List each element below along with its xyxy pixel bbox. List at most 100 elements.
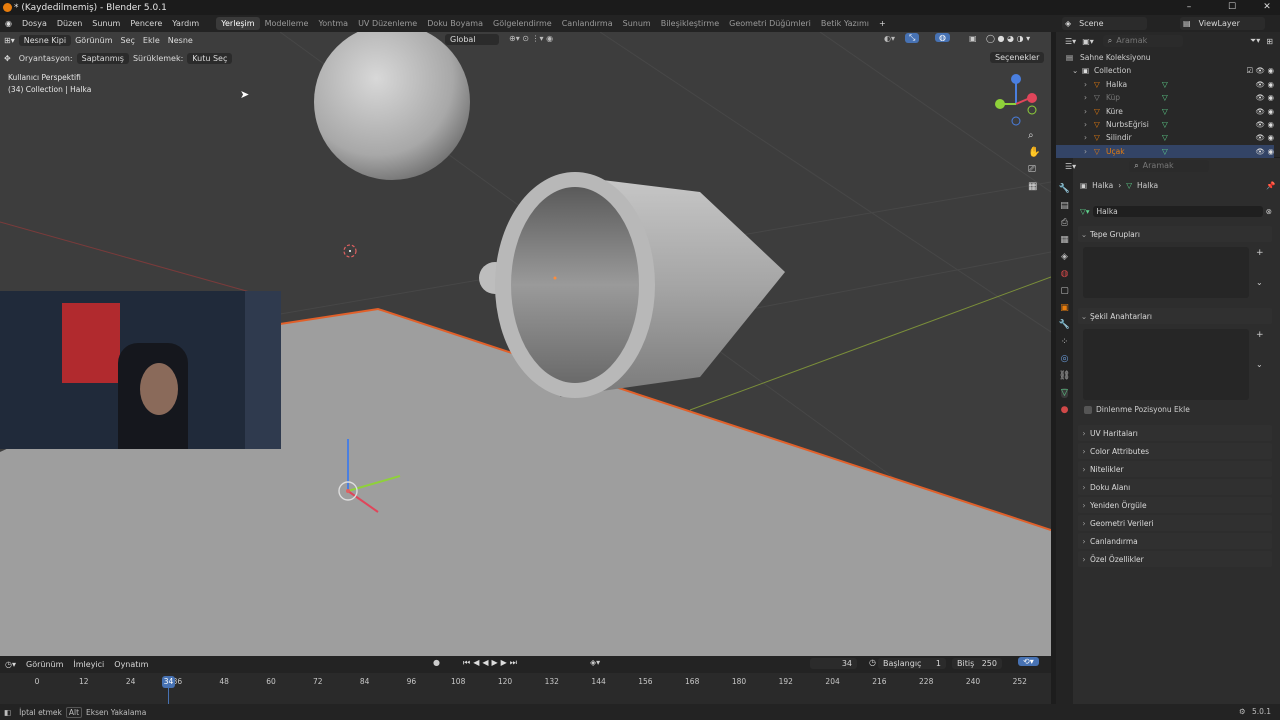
outliner-item[interactable]: › ▽ Küp ▽ 👁 ◉ bbox=[1056, 91, 1274, 104]
editor-type-icon[interactable]: ⊞▾ bbox=[0, 36, 19, 45]
add-vertex-group-button[interactable]: + bbox=[1256, 248, 1264, 258]
outliner-item[interactable]: › ▽ Küre ▽ 👁 ◉ bbox=[1056, 105, 1274, 118]
menu-edit[interactable]: Düzen bbox=[52, 19, 87, 28]
scene-selector[interactable]: ◈ Scene bbox=[1062, 17, 1147, 30]
visibility-toggle-icon[interactable]: 👁 ◉ bbox=[1256, 80, 1274, 89]
panel-collapsed[interactable]: › Özel Özellikler bbox=[1078, 551, 1272, 567]
rest-position-checkbox[interactable] bbox=[1084, 405, 1092, 414]
visibility-toggle-icon[interactable]: 👁 ◉ bbox=[1256, 93, 1274, 102]
viewport-menu-view[interactable]: Görünüm bbox=[71, 36, 116, 45]
minimize-button[interactable]: – bbox=[1176, 0, 1202, 15]
options-dropdown[interactable]: Seçenekler bbox=[990, 52, 1045, 63]
expand-arrow-icon[interactable]: › bbox=[1084, 107, 1094, 116]
visibility-toggle-icon[interactable]: 👁 ◉ bbox=[1256, 133, 1274, 142]
visibility-toggle-icon[interactable]: 👁 ◉ bbox=[1256, 107, 1274, 116]
tab-uv-editing[interactable]: UV Düzenleme bbox=[353, 19, 422, 28]
navigation-gizmo[interactable] bbox=[995, 74, 1037, 126]
output-tab-icon[interactable]: ⎙ bbox=[1061, 218, 1068, 228]
menu-file[interactable]: Dosya bbox=[17, 19, 52, 28]
add-shape-key-button[interactable]: + bbox=[1256, 330, 1264, 340]
expand-arrow-icon[interactable]: › bbox=[1084, 80, 1094, 89]
menu-help[interactable]: Yardım bbox=[167, 19, 204, 28]
physics-tab-icon[interactable]: ◎ bbox=[1061, 354, 1069, 364]
viewlayer-selector[interactable]: ▤ ViewLayer bbox=[1180, 17, 1265, 30]
fake-user-icon[interactable]: ⊗ bbox=[1263, 207, 1272, 216]
panel-shape-keys[interactable]: ⌄ Şekil Anahtarları bbox=[1078, 308, 1272, 324]
vertex-groups-list[interactable] bbox=[1083, 247, 1249, 298]
outliner-item[interactable]: › ▽ Halka ▽ 👁 ◉ bbox=[1056, 78, 1274, 91]
timeline-editor-icon[interactable]: ◷▾ bbox=[0, 660, 21, 669]
blender-menu-icon[interactable]: ◉ bbox=[0, 19, 17, 28]
visibility-toggle-icon[interactable]: 👁 ◉ bbox=[1256, 147, 1274, 156]
close-button[interactable]: ✕ bbox=[1254, 0, 1280, 15]
scene-tab-icon[interactable]: ◈ bbox=[1061, 252, 1068, 262]
shape-key-menu-icon[interactable]: ⌄ bbox=[1256, 360, 1263, 369]
drag-dropdown[interactable]: Kutu Seç bbox=[187, 53, 233, 64]
add-workspace-button[interactable]: + bbox=[874, 19, 891, 28]
panel-collapsed[interactable]: › Nitelikler bbox=[1078, 461, 1272, 477]
panel-collapsed[interactable]: › Yeniden Örgüle bbox=[1078, 497, 1272, 513]
pan-hand-icon[interactable]: ✋ bbox=[1028, 147, 1040, 158]
xray-icon[interactable]: ▣ bbox=[965, 34, 981, 43]
shading-mode-icons[interactable]: ◯ ● ◕ ◑ ▾ bbox=[982, 34, 1034, 43]
view-layer-tab-icon[interactable]: ▦ bbox=[1060, 235, 1069, 245]
properties-editor-icon[interactable]: ☰▾ bbox=[1062, 162, 1079, 171]
visibility-icon[interactable]: ◐▾ bbox=[880, 34, 899, 43]
material-tab-icon[interactable]: ● bbox=[1061, 405, 1069, 415]
panel-collapsed[interactable]: › UV Haritaları bbox=[1078, 425, 1272, 441]
panel-collapsed[interactable]: › Canlandırma bbox=[1078, 533, 1272, 549]
record-icon[interactable]: ● bbox=[428, 658, 445, 667]
gizmo-toggle-icon[interactable]: ⤡ bbox=[905, 33, 920, 43]
tab-modeling[interactable]: Modelleme bbox=[260, 19, 314, 28]
maximize-button[interactable]: ☐ bbox=[1219, 0, 1245, 15]
collection-tab-icon[interactable]: ▢ bbox=[1060, 286, 1069, 296]
outliner-item[interactable]: › ▽ Silindir ▽ 👁 ◉ bbox=[1056, 131, 1274, 144]
orientation-dropdown[interactable]: Saptanmış bbox=[76, 53, 129, 64]
rest-position-row[interactable]: Dinlenme Pozisyonu Ekle bbox=[1084, 405, 1190, 414]
expand-arrow-icon[interactable]: › bbox=[1084, 147, 1094, 156]
viewport-menu-object[interactable]: Nesne bbox=[164, 36, 197, 45]
outliner-collection[interactable]: ⌄ ▣ Collection ☑ 👁 ◉ bbox=[1056, 64, 1274, 77]
world-tab-icon[interactable]: ◍ bbox=[1061, 269, 1069, 279]
display-mode-icon[interactable]: ▣▾ bbox=[1079, 37, 1097, 46]
tool-tab-icon[interactable]: 🔧 bbox=[1059, 184, 1070, 194]
collection-expand-icon[interactable]: ⌄ bbox=[1072, 66, 1082, 75]
tab-layout[interactable]: Yerleşim bbox=[216, 17, 260, 30]
filter-icon[interactable]: ⏷▾ bbox=[1247, 36, 1263, 46]
timeline-menu-view[interactable]: Görünüm bbox=[21, 660, 68, 669]
render-tab-icon[interactable]: ▤ bbox=[1060, 201, 1069, 211]
tab-compositing[interactable]: Bileşikleştirme bbox=[656, 19, 724, 28]
panel-collapsed[interactable]: › Geometri Verileri bbox=[1078, 515, 1272, 531]
panel-vertex-groups[interactable]: ⌄ Tepe Grupları bbox=[1078, 226, 1272, 242]
timeline-menu-marker[interactable]: İmleyici bbox=[68, 660, 109, 669]
tab-sculpting[interactable]: Yontma bbox=[313, 19, 353, 28]
menu-render[interactable]: Sunum bbox=[87, 19, 125, 28]
tab-scripting[interactable]: Betik Yazımı bbox=[816, 19, 874, 28]
start-frame-field[interactable]: Başlangıç 1 bbox=[878, 658, 946, 669]
menu-window[interactable]: Pencere bbox=[125, 19, 167, 28]
tab-shading[interactable]: Gölgelendirme bbox=[488, 19, 557, 28]
object-tab-icon[interactable]: ▣ bbox=[1060, 303, 1069, 313]
panel-collapsed[interactable]: › Color Attributes bbox=[1078, 443, 1272, 459]
current-frame-field[interactable]: 34 bbox=[810, 658, 857, 669]
vertex-group-menu-icon[interactable]: ⌄ bbox=[1256, 278, 1263, 287]
tab-texture-paint[interactable]: Doku Boyama bbox=[422, 19, 488, 28]
expand-arrow-icon[interactable]: › bbox=[1084, 93, 1094, 102]
outliner-item[interactable]: › ▽ Uçak ▽ 👁 ◉ bbox=[1056, 144, 1274, 158]
overlay-toggle-icon[interactable]: ◍ bbox=[935, 33, 950, 42]
panel-collapsed[interactable]: › Doku Alanı bbox=[1078, 479, 1272, 495]
modifier-tab-icon[interactable]: 🔧 bbox=[1059, 320, 1070, 330]
outliner-editor-icon[interactable]: ☰▾ bbox=[1062, 37, 1079, 46]
zoom-icon[interactable]: ⌕ bbox=[1028, 130, 1040, 141]
constraints-tab-icon[interactable]: ⛓ bbox=[1059, 371, 1070, 381]
viewport-menu-add[interactable]: Ekle bbox=[139, 36, 164, 45]
outliner-scene-collection[interactable]: ▤ Sahne Koleksiyonu bbox=[1056, 51, 1274, 64]
mesh-data-name-field[interactable]: Halka bbox=[1092, 206, 1263, 217]
mesh-data-selector[interactable]: ▽▾ Halka ⊗ bbox=[1080, 205, 1272, 218]
playhead-indicator[interactable]: 34 bbox=[162, 676, 175, 688]
properties-search-input[interactable]: ⌕ Aramak bbox=[1129, 160, 1210, 172]
mode-dropdown[interactable]: Nesne Kipi bbox=[18, 35, 72, 46]
viewport-menu-select[interactable]: Seç bbox=[117, 36, 139, 45]
end-frame-field[interactable]: Bitiş 250 bbox=[952, 658, 1002, 669]
pin-icon[interactable]: 📌 bbox=[1266, 181, 1275, 190]
